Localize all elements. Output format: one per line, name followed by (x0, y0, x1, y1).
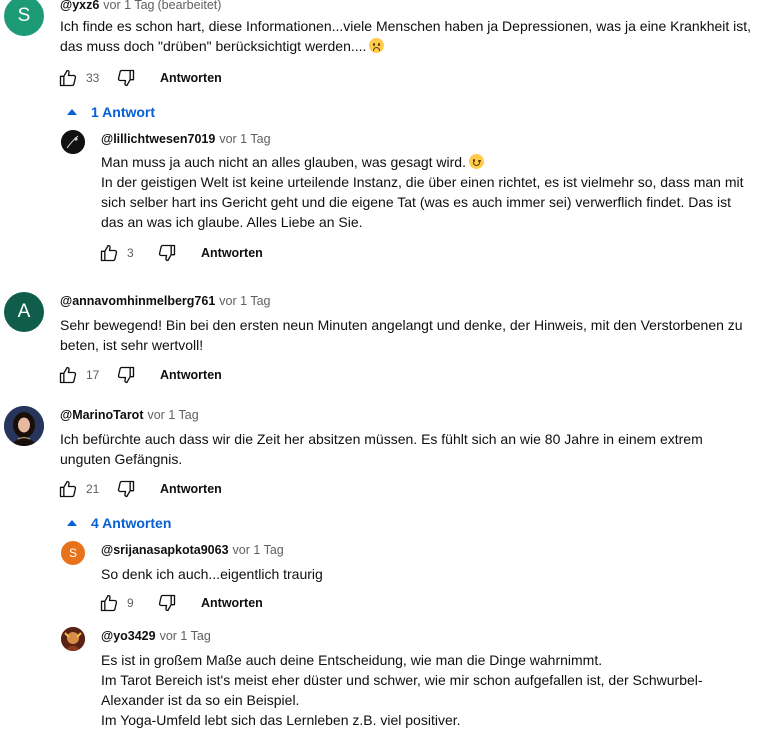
comment-header: @srijanasapkota9063 vor 1 Tag (101, 543, 284, 557)
reply-button[interactable]: Antworten (160, 368, 222, 382)
comment-time[interactable]: vor 1 Tag (147, 408, 198, 422)
comment-time[interactable]: vor 1 Tag (103, 0, 154, 12)
chevron-up-icon (67, 520, 77, 526)
like-icon[interactable] (97, 591, 121, 615)
comment-header: @yxz6 vor 1 Tag (bearbeitet) (60, 0, 221, 12)
comment-actions: 17 Antworten (56, 363, 222, 387)
replies-toggle[interactable]: 1 Antwort (67, 104, 155, 120)
like-count: 3 (127, 246, 134, 260)
winking-face-emoji-icon (468, 154, 484, 169)
like-icon[interactable] (56, 66, 80, 90)
reply-button[interactable]: Antworten (160, 71, 222, 85)
reply-button[interactable]: Antworten (160, 482, 222, 496)
author-name[interactable]: @MarinoTarot (60, 408, 143, 422)
replies-toggle[interactable]: 4 Antworten (67, 515, 171, 531)
reply-button[interactable]: Antworten (201, 246, 263, 260)
edited-label: (bearbeitet) (157, 0, 222, 12)
dislike-icon[interactable] (114, 477, 138, 501)
sad-face-emoji-icon (369, 38, 385, 53)
like-icon[interactable] (56, 477, 80, 501)
like-count: 33 (86, 71, 100, 85)
comment-text: Ich befürchte auch dass wir die Zeit her… (60, 431, 703, 467)
comment-header: @lillichtwesen7019 vor 1 Tag (101, 132, 271, 146)
dark-figure-avatar-icon (61, 130, 85, 154)
comment-actions: 3 Antworten (97, 241, 263, 265)
comment-text: Man muss ja auch nicht an alles glauben,… (101, 154, 744, 230)
avatar[interactable] (61, 627, 85, 651)
avatar[interactable] (61, 130, 85, 154)
dislike-icon[interactable] (155, 591, 179, 615)
comment-header: @yo3429 vor 1 Tag (101, 629, 211, 643)
author-name[interactable]: @srijanasapkota9063 (101, 543, 229, 557)
avatar[interactable]: S (4, 0, 44, 36)
like-count: 21 (86, 482, 100, 496)
comment-time[interactable]: vor 1 Tag (160, 629, 211, 643)
like-icon[interactable] (56, 363, 80, 387)
portrait-photo-avatar-icon (4, 406, 44, 446)
avatar[interactable] (4, 406, 44, 446)
avatar[interactable]: A (4, 292, 44, 332)
reply-button[interactable]: Antworten (201, 596, 263, 610)
author-name[interactable]: @yxz6 (60, 0, 99, 12)
comment-header: @annavomhinmelberg761 vor 1 Tag (60, 294, 271, 308)
comment-actions: 21 Antworten (56, 477, 222, 501)
author-name[interactable]: @annavomhinmelberg761 (60, 294, 215, 308)
dislike-icon[interactable] (114, 66, 138, 90)
comment-time[interactable]: vor 1 Tag (219, 294, 270, 308)
comment-text: Es ist in großem Maße auch deine Entsche… (101, 652, 703, 728)
avatar[interactable]: S (61, 541, 85, 565)
comment-text: Sehr bewegend! Bin bei den ersten neun M… (60, 317, 743, 353)
comment-time[interactable]: vor 1 Tag (219, 132, 270, 146)
dislike-icon[interactable] (155, 241, 179, 265)
like-count: 17 (86, 368, 100, 382)
dislike-icon[interactable] (114, 363, 138, 387)
comment-text: Ich finde es schon hart, diese Informati… (60, 18, 752, 54)
like-icon[interactable] (97, 241, 121, 265)
comment-header: @MarinoTarot vor 1 Tag (60, 408, 199, 422)
comment-actions: 33 Antworten (56, 66, 222, 90)
comment-text: So denk ich auch...eigentlich traurig (101, 566, 323, 582)
comment-time[interactable]: vor 1 Tag (233, 543, 284, 557)
author-name[interactable]: @lillichtwesen7019 (101, 132, 215, 146)
comment-actions: 9 Antworten (97, 591, 263, 615)
illustrated-avatar-icon (61, 627, 85, 651)
like-count: 9 (127, 596, 134, 610)
chevron-up-icon (67, 109, 77, 115)
author-name[interactable]: @yo3429 (101, 629, 156, 643)
